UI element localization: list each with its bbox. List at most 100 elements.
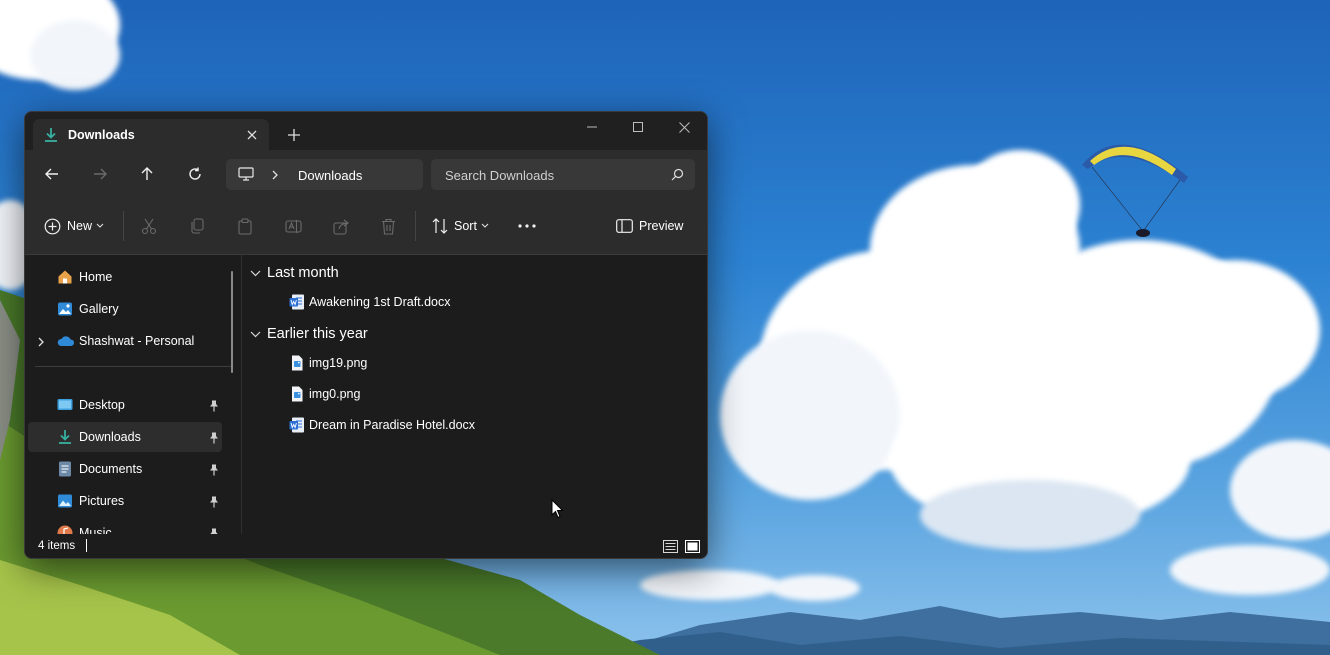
- close-window-button[interactable]: [661, 112, 707, 142]
- large-icons-view-button[interactable]: [683, 537, 701, 555]
- forward-button[interactable]: [84, 160, 116, 188]
- large-icons-view-icon: [684, 539, 700, 553]
- sidebar-item-label: Pictures: [79, 494, 125, 508]
- sidebar-item-label: Music: [79, 526, 112, 534]
- copy-icon: [191, 217, 204, 234]
- sidebar-item-label: Documents: [79, 462, 143, 476]
- maximize-button[interactable]: [615, 112, 661, 142]
- cut-button[interactable]: [141, 212, 157, 240]
- sidebar-item-label: Home: [79, 270, 113, 284]
- title-bar: Downloads: [25, 112, 707, 150]
- word-document-icon: [289, 294, 304, 310]
- downloads-folder-icon: [57, 429, 73, 450]
- file-list: Last month Awakening 1st Draft.docx Earl…: [242, 255, 707, 534]
- mouse-cursor-icon: [551, 499, 564, 519]
- group-label: Earlier this year: [267, 326, 368, 342]
- new-tab-button[interactable]: [283, 124, 305, 146]
- preview-pane-button[interactable]: Preview: [616, 212, 683, 240]
- refresh-button[interactable]: [179, 160, 211, 188]
- sidebar-item-label: Shashwat - Personal: [79, 334, 195, 348]
- sidebar-item-label: Desktop: [79, 398, 125, 412]
- file-item[interactable]: img19.png: [289, 352, 367, 374]
- close-tab-icon[interactable]: [241, 124, 263, 146]
- music-folder-icon: [57, 525, 73, 534]
- file-name: img19.png: [309, 356, 368, 370]
- sidebar-item-onedrive[interactable]: Shashwat - Personal: [28, 326, 222, 356]
- back-button[interactable]: [36, 160, 68, 188]
- chevron-right-icon[interactable]: [271, 168, 279, 186]
- sort-icon: [432, 218, 448, 234]
- toolbar-divider: [123, 211, 124, 241]
- sidebar-divider: [35, 366, 231, 367]
- search-input[interactable]: Search Downloads: [431, 159, 695, 190]
- sidebar-item-gallery[interactable]: Gallery: [28, 294, 222, 324]
- file-name: img0.png: [309, 387, 361, 401]
- pin-icon[interactable]: [209, 463, 219, 481]
- breadcrumb[interactable]: Downloads: [298, 168, 362, 183]
- navigation-pane: Home Gallery Shashwat - Personal Desktop: [25, 255, 241, 534]
- new-button[interactable]: New: [44, 212, 104, 240]
- tab-downloads[interactable]: Downloads: [33, 119, 269, 150]
- paraglider-graphic: [1082, 144, 1188, 237]
- sort-button[interactable]: Sort: [432, 212, 489, 240]
- pin-icon[interactable]: [209, 431, 219, 449]
- status-divider: [86, 539, 87, 552]
- documents-folder-icon: [57, 461, 73, 482]
- pin-icon[interactable]: [209, 527, 219, 534]
- more-dots-icon: [518, 224, 536, 228]
- minimize-button[interactable]: [569, 112, 615, 142]
- paste-button[interactable]: [237, 212, 253, 240]
- sidebar-item-home[interactable]: Home: [28, 262, 222, 292]
- gallery-icon: [57, 301, 73, 322]
- more-options-button[interactable]: [517, 212, 537, 240]
- delete-button[interactable]: [381, 212, 396, 240]
- file-item[interactable]: Dream in Paradise Hotel.docx: [289, 414, 475, 436]
- this-pc-icon: [238, 167, 254, 186]
- copy-button[interactable]: [189, 212, 205, 240]
- command-bar: New Sort Preview: [25, 198, 707, 255]
- pictures-folder-icon: [57, 493, 73, 514]
- expand-chevron-icon[interactable]: [37, 335, 45, 353]
- toolbar-divider: [415, 211, 416, 241]
- image-file-icon: [292, 355, 303, 371]
- word-document-icon: [289, 417, 304, 433]
- sidebar-scrollbar[interactable]: [231, 271, 233, 373]
- paste-icon: [238, 217, 252, 235]
- file-item[interactable]: Awakening 1st Draft.docx: [289, 291, 451, 313]
- desktop-folder-icon: [57, 397, 73, 418]
- file-name: Awakening 1st Draft.docx: [309, 295, 451, 309]
- group-header-last-month[interactable]: Last month: [250, 263, 339, 283]
- sidebar-item-desktop[interactable]: Desktop: [28, 390, 222, 420]
- chevron-down-icon: [250, 270, 261, 276]
- sort-button-label: Sort: [454, 219, 477, 233]
- search-icon[interactable]: [671, 168, 684, 186]
- search-placeholder: Search Downloads: [445, 168, 555, 183]
- details-view-button[interactable]: [661, 537, 679, 555]
- chevron-down-icon: [481, 223, 489, 228]
- sidebar-item-music[interactable]: Music: [28, 518, 222, 534]
- address-bar[interactable]: Downloads: [226, 159, 423, 190]
- group-header-earlier-this-year[interactable]: Earlier this year: [250, 324, 368, 344]
- download-icon: [43, 127, 59, 148]
- new-button-label: New: [67, 219, 93, 233]
- scissors-icon: [141, 218, 157, 234]
- sidebar-item-downloads[interactable]: Downloads: [28, 422, 222, 452]
- sidebar-item-pictures[interactable]: Pictures: [28, 486, 222, 516]
- image-file-icon: [292, 386, 303, 402]
- group-label: Last month: [267, 265, 339, 281]
- chevron-down-icon: [250, 331, 261, 337]
- trash-icon: [382, 218, 395, 235]
- pin-icon[interactable]: [209, 495, 219, 513]
- rename-button[interactable]: [285, 212, 302, 240]
- chevron-down-icon: [96, 223, 104, 228]
- sidebar-item-label: Downloads: [79, 430, 141, 444]
- home-icon: [57, 269, 73, 290]
- onedrive-cloud-icon: [57, 333, 75, 354]
- pin-icon[interactable]: [209, 399, 219, 417]
- share-button[interactable]: [333, 212, 350, 240]
- preview-pane-icon: [616, 219, 633, 233]
- sidebar-item-documents[interactable]: Documents: [28, 454, 222, 484]
- file-item[interactable]: img0.png: [289, 383, 360, 405]
- up-button[interactable]: [131, 160, 163, 188]
- navigation-bar: Downloads Search Downloads: [25, 150, 707, 198]
